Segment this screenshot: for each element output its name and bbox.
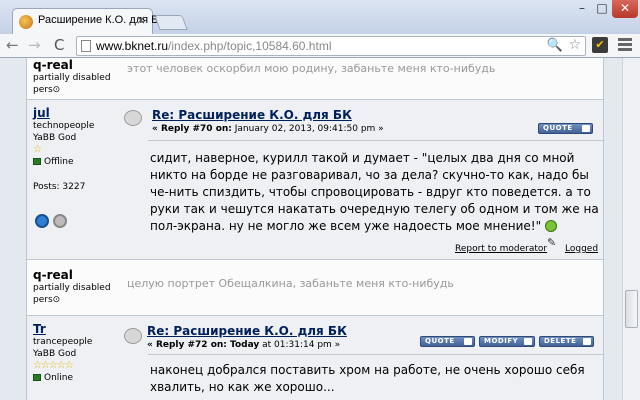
profile-icon[interactable]: [35, 214, 49, 228]
computer-icon: [33, 158, 41, 165]
post-meta: « Reply #70 on: January 02, 2013, 09:41:…: [152, 124, 384, 134]
rank-stars: ☆☆☆☆☆: [33, 360, 74, 371]
post-row: Tr trancepeople YaBB God ☆☆☆☆☆ Online Re…: [27, 316, 603, 400]
maximize-button[interactable]: □: [592, 0, 612, 18]
poster-name[interactable]: q-real: [33, 268, 119, 282]
reload-icon[interactable]: C: [54, 36, 64, 54]
quote-button[interactable]: QUOTE: [538, 123, 593, 134]
post-separator: [148, 354, 603, 355]
quote-button[interactable]: QUOTE: [420, 336, 475, 347]
poster-text: partially disabled: [33, 283, 111, 293]
site-favicon-icon: [19, 15, 33, 29]
address-bar[interactable]: www.bknet.ru/index.php/topic,10584.60.ht…: [76, 36, 586, 56]
poster-text: pers⊙: [33, 85, 61, 95]
post-body: наконец добрался поставить хром на работ…: [150, 363, 585, 394]
zoom-icon[interactable]: 🔍: [547, 38, 563, 53]
poster-name[interactable]: Tr: [33, 322, 119, 336]
post-row-ignored: q-real partially disabled pers⊙ этот чел…: [27, 58, 603, 100]
ignored-message: целую портрет Обещалкина, забаньте меня …: [127, 277, 454, 290]
poster-info: jul technopeople YaBB God ☆ Offline: [33, 106, 119, 168]
browser-tab[interactable]: Расширение К.О. для БК ×: [12, 8, 165, 34]
post-xx-icon: [124, 110, 142, 126]
online-status: Online: [33, 372, 119, 384]
bookmark-star-icon[interactable]: ☆: [568, 37, 581, 53]
ip-logged-icon: ✎: [547, 236, 557, 249]
extension-icon[interactable]: ✔: [592, 37, 608, 53]
page-icon: [81, 40, 91, 52]
post-row-ignored: q-real partially disabled pers⊙ целую по…: [27, 260, 603, 316]
post-xx-icon: [124, 328, 142, 344]
poster-text: pers⊙: [33, 295, 61, 305]
im-icon[interactable]: [53, 214, 67, 228]
computer-icon: [33, 374, 41, 381]
title-bar: Расширение К.О. для БК × – □ ✕: [0, 0, 640, 34]
forum-thread: q-real partially disabled pers⊙ этот чел…: [26, 58, 604, 400]
rank-stars: ☆: [33, 144, 42, 155]
poster-info: q-real partially disabled pers⊙: [33, 268, 119, 306]
post-title-link[interactable]: Re: Расширение К.О. для БК: [147, 324, 347, 338]
grin-smiley-icon: [544, 220, 557, 232]
url-text[interactable]: www.bknet.ru/index.php/topic,10584.60.ht…: [96, 39, 331, 53]
poster-group: YaBB God: [33, 349, 77, 359]
back-arrow-icon[interactable]: ←: [6, 36, 19, 54]
scrollbar-thumb[interactable]: [625, 290, 638, 328]
new-tab-button[interactable]: [154, 15, 188, 30]
report-to-moderator-link[interactable]: Report to moderator: [455, 244, 547, 254]
poster-text: partially disabled: [33, 73, 111, 83]
poster-group: YaBB God: [33, 133, 77, 143]
poster-name[interactable]: jul: [33, 106, 119, 120]
minimize-button[interactable]: –: [572, 0, 592, 18]
online-status: Offline: [33, 156, 119, 168]
poster-info: Tr trancepeople YaBB God ☆☆☆☆☆ Online: [33, 322, 119, 384]
delete-button[interactable]: DELETE: [539, 336, 594, 347]
modify-button[interactable]: MODIFY: [479, 336, 535, 347]
poster-name[interactable]: q-real: [33, 58, 119, 72]
post-body: сидит, наверное, курилл такой и думает -…: [150, 151, 599, 233]
post-count: Posts: 3227: [33, 182, 86, 192]
poster-rank: technopeople: [33, 121, 95, 131]
post-meta: « Reply #72 on: Today at 01:31:14 pm »: [147, 340, 341, 350]
page-viewport: q-real partially disabled pers⊙ этот чел…: [0, 58, 640, 400]
browser-toolbar: ← → C www.bknet.ru/index.php/topic,10584…: [0, 34, 640, 58]
poster-rank: trancepeople: [33, 337, 93, 347]
close-window-button[interactable]: ✕: [612, 0, 638, 18]
wrench-menu-icon[interactable]: [617, 37, 633, 53]
ignored-message: этот человек оскорбил мою родину, забань…: [127, 62, 496, 75]
logged-link[interactable]: Logged: [565, 244, 598, 254]
page-scrollbar[interactable]: [622, 58, 640, 400]
post-title-link[interactable]: Re: Расширение К.О. для БК: [152, 108, 352, 122]
forward-arrow-icon[interactable]: →: [28, 36, 41, 54]
poster-info: q-real partially disabled pers⊙: [33, 58, 119, 96]
post-separator: [148, 140, 603, 141]
post-row: jul technopeople YaBB God ☆ Offline Post…: [27, 100, 603, 260]
tab-close-icon[interactable]: ×: [136, 13, 146, 27]
